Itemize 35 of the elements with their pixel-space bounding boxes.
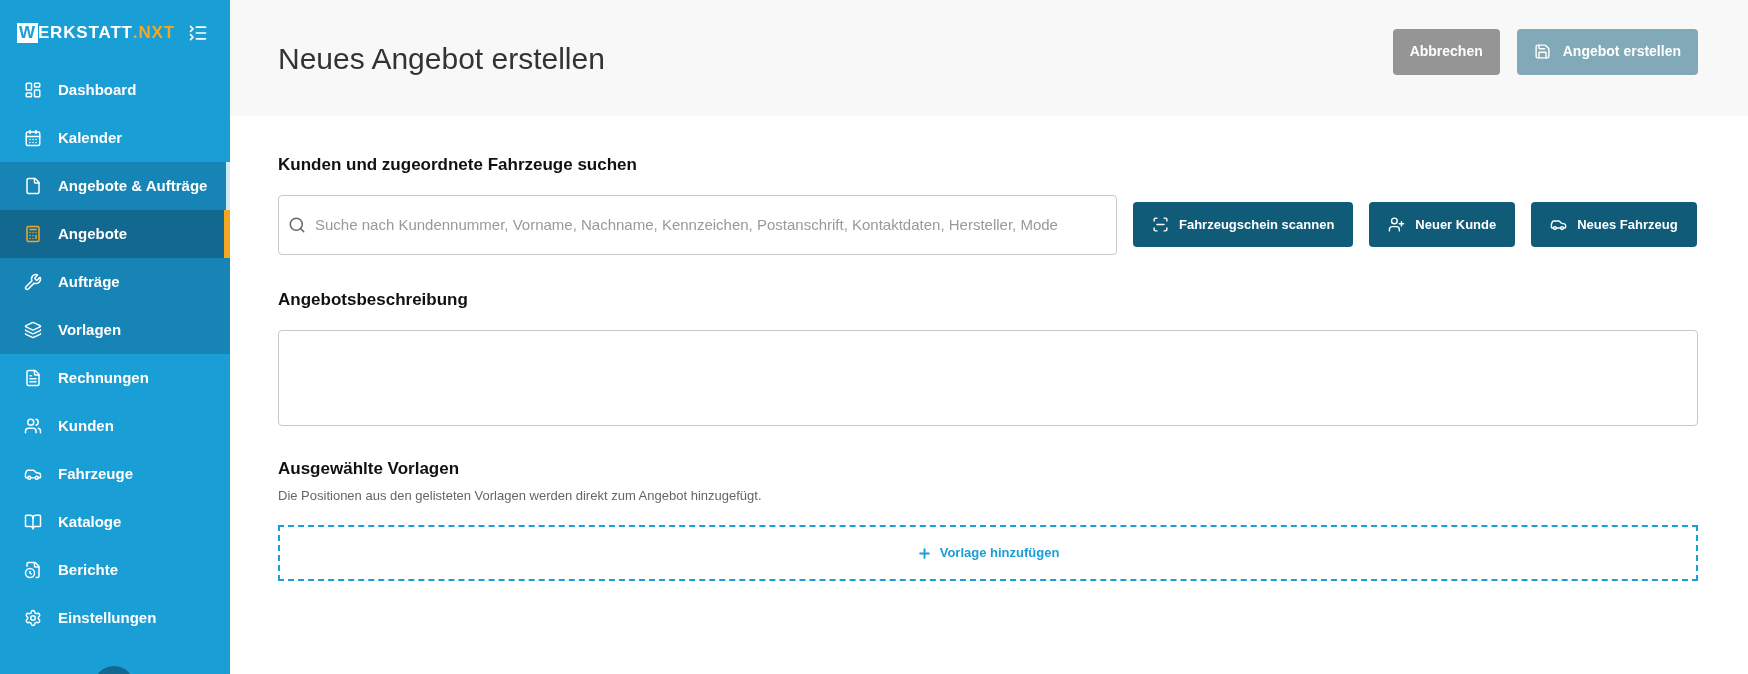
cancel-button[interactable]: Abbrechen — [1392, 28, 1500, 75]
document-icon — [24, 177, 42, 195]
plus-icon — [916, 545, 932, 561]
nav-item[interactable]: Vorlagen — [0, 306, 230, 354]
page-title: Neues Angebot erstellen — [278, 40, 605, 77]
tools-icon — [24, 273, 42, 291]
user-plus-icon — [1388, 216, 1406, 233]
save-icon — [1533, 43, 1551, 60]
action-button[interactable]: Neuer Kunde — [1369, 202, 1516, 247]
text-document-icon — [24, 369, 42, 387]
settings-icon — [24, 609, 42, 627]
section-heading: Kunden und zugeordnete Fahrzeuge suchen — [278, 154, 638, 176]
search-field[interactable]: Suche nach Kundennummer, Vorname, Nachname, Kennzeichen, Postanschrift, Kontaktdaten, Hersteller, Mode — [278, 194, 1117, 255]
dashboard-icon — [24, 81, 42, 99]
report-icon — [24, 561, 42, 579]
nav-item[interactable]: Angebote — [0, 210, 230, 258]
book-icon — [24, 513, 42, 531]
layers-icon — [24, 321, 42, 339]
section-heading: Angebotsbeschreibung — [278, 288, 469, 311]
active-indicator — [224, 210, 230, 258]
add-template-button[interactable]: Vorlage hinzufügen — [278, 525, 1698, 581]
scan-icon — [1152, 216, 1169, 233]
nav-item[interactable]: Angebote & Aufträge — [0, 162, 230, 210]
calendar-icon — [24, 129, 42, 147]
action-button[interactable]: Neues Fahrzeug — [1531, 202, 1697, 247]
calculator-icon — [24, 225, 42, 243]
nav-item[interactable]: Aufträge — [0, 258, 230, 306]
collapse-sidebar-icon[interactable] — [188, 23, 208, 43]
action-button[interactable]: Fahrzeugschein scannen — [1133, 202, 1354, 247]
logo: W ERKSTATT.NXT — [17, 22, 175, 45]
people-icon — [24, 417, 42, 435]
search-icon — [288, 215, 306, 234]
description-field[interactable] — [278, 330, 1698, 426]
section-heading: Ausgewählte Vorlagen — [278, 458, 461, 480]
section-hint: Die Positionen aus den gelisteten Vorlagen werden direkt zum Angebot hinzugefügt. — [278, 486, 763, 505]
